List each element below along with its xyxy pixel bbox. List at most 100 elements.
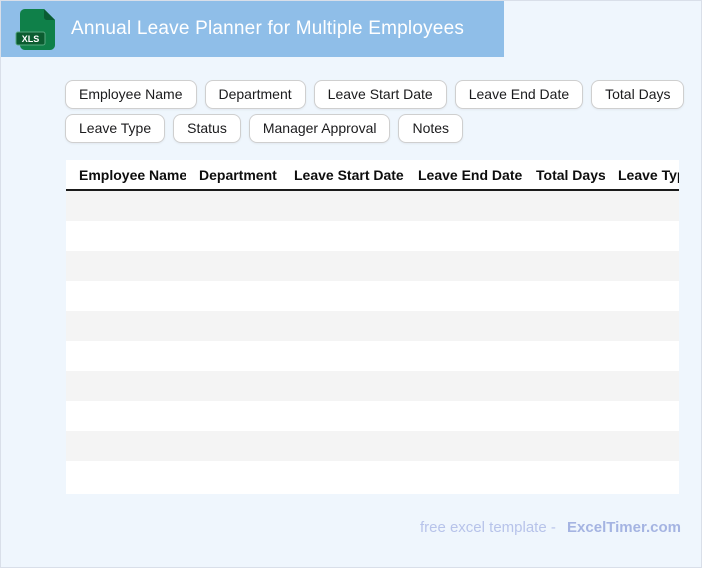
- table-row[interactable]: [66, 221, 679, 251]
- table-cell[interactable]: [186, 461, 281, 491]
- table-cell[interactable]: [186, 190, 281, 221]
- table-cell[interactable]: [186, 221, 281, 251]
- table-cell[interactable]: [405, 401, 523, 431]
- table-row[interactable]: [66, 431, 679, 461]
- field-chip[interactable]: Department: [205, 80, 306, 109]
- table-cell[interactable]: [405, 221, 523, 251]
- table-cell[interactable]: [66, 341, 186, 371]
- table-row[interactable]: [66, 341, 679, 371]
- table-cell[interactable]: [66, 371, 186, 401]
- table-cell[interactable]: [523, 281, 605, 311]
- table-cell[interactable]: [281, 311, 405, 341]
- title-bar: XLS Annual Leave Planner for Multiple Em…: [1, 1, 504, 57]
- field-chip[interactable]: Manager Approval: [249, 114, 391, 143]
- table-cell[interactable]: [405, 281, 523, 311]
- table-cell[interactable]: [405, 461, 523, 491]
- table-cell[interactable]: [523, 251, 605, 281]
- table-cell[interactable]: [281, 251, 405, 281]
- table-row[interactable]: [66, 190, 679, 221]
- footer-text: free excel template -: [420, 519, 556, 536]
- table-cell[interactable]: [523, 461, 605, 491]
- table-cell[interactable]: [405, 190, 523, 221]
- page-title: Annual Leave Planner for Multiple Employ…: [71, 18, 464, 40]
- table-row[interactable]: [66, 281, 679, 311]
- field-chip[interactable]: Notes: [398, 114, 463, 143]
- table-cell[interactable]: [281, 281, 405, 311]
- column-header-employee-name: Employee Name: [66, 160, 186, 190]
- table-cell[interactable]: [281, 190, 405, 221]
- table-row[interactable]: [66, 251, 679, 281]
- table-cell[interactable]: [405, 371, 523, 401]
- table-cell[interactable]: [186, 311, 281, 341]
- table-cell[interactable]: [281, 401, 405, 431]
- table-cell[interactable]: [605, 190, 679, 221]
- leave-table-container: Employee Name Department Leave Start Dat…: [66, 160, 679, 494]
- table-cell[interactable]: [605, 281, 679, 311]
- table-cell[interactable]: [405, 341, 523, 371]
- table-cell[interactable]: [523, 190, 605, 221]
- column-header-leave-end-date: Leave End Date: [405, 160, 523, 190]
- footer: free excel template - ExcelTimer.com: [420, 518, 681, 538]
- column-header-leave-start-date: Leave Start Date: [281, 160, 405, 190]
- field-chip[interactable]: Employee Name: [65, 80, 197, 109]
- table-cell[interactable]: [186, 401, 281, 431]
- field-chip[interactable]: Total Days: [591, 80, 684, 109]
- table-cell[interactable]: [66, 311, 186, 341]
- table-row[interactable]: [66, 371, 679, 401]
- table-cell[interactable]: [281, 461, 405, 491]
- table-cell[interactable]: [605, 401, 679, 431]
- table-cell[interactable]: [66, 431, 186, 461]
- field-chip[interactable]: Leave Start Date: [314, 80, 447, 109]
- field-chip[interactable]: Leave End Date: [455, 80, 583, 109]
- table-cell[interactable]: [66, 401, 186, 431]
- column-header-leave-type: Leave Type: [605, 160, 679, 190]
- table-cell[interactable]: [281, 371, 405, 401]
- table-cell[interactable]: [605, 221, 679, 251]
- table-cell[interactable]: [605, 311, 679, 341]
- leave-table: Employee Name Department Leave Start Dat…: [66, 160, 679, 491]
- table-cell[interactable]: [605, 251, 679, 281]
- table-cell[interactable]: [605, 461, 679, 491]
- table-row[interactable]: [66, 311, 679, 341]
- table-cell[interactable]: [186, 251, 281, 281]
- table-cell[interactable]: [523, 431, 605, 461]
- field-chip[interactable]: Status: [173, 114, 241, 143]
- table-cell[interactable]: [66, 190, 186, 221]
- table-cell[interactable]: [523, 221, 605, 251]
- table-cell[interactable]: [186, 341, 281, 371]
- field-chip-row-2: Leave Type Status Manager ApprovalNotes: [65, 114, 695, 143]
- table-cell[interactable]: [186, 281, 281, 311]
- table-cell[interactable]: [523, 341, 605, 371]
- table-cell[interactable]: [66, 251, 186, 281]
- table-cell[interactable]: [66, 221, 186, 251]
- field-chips: Employee Name Department Leave Start Date L…: [65, 80, 695, 148]
- table-cell[interactable]: [405, 431, 523, 461]
- table-cell[interactable]: [405, 311, 523, 341]
- table-cell[interactable]: [186, 371, 281, 401]
- table-header-row: Employee Name Department Leave Start Dat…: [66, 160, 679, 190]
- table-cell[interactable]: [523, 371, 605, 401]
- page: XLS Annual Leave Planner for Multiple Em…: [0, 0, 702, 568]
- table-cell[interactable]: [405, 251, 523, 281]
- xls-icon-label: XLS: [22, 34, 40, 44]
- table-cell[interactable]: [605, 431, 679, 461]
- table-cell[interactable]: [66, 461, 186, 491]
- table-cell[interactable]: [523, 401, 605, 431]
- table-cell[interactable]: [281, 341, 405, 371]
- table-cell[interactable]: [605, 371, 679, 401]
- leave-table-body: [66, 190, 679, 491]
- table-cell[interactable]: [523, 311, 605, 341]
- table-cell[interactable]: [281, 221, 405, 251]
- table-row[interactable]: [66, 401, 679, 431]
- table-row[interactable]: [66, 461, 679, 491]
- table-cell[interactable]: [605, 341, 679, 371]
- field-chip[interactable]: Leave Type: [65, 114, 165, 143]
- column-header-department: Department: [186, 160, 281, 190]
- footer-brand-link[interactable]: ExcelTimer.com: [567, 519, 681, 536]
- field-chip-row-1: Employee Name Department Leave Start Date L…: [65, 80, 695, 109]
- table-cell[interactable]: [186, 431, 281, 461]
- table-cell[interactable]: [281, 431, 405, 461]
- xls-file-icon: XLS: [14, 7, 58, 51]
- column-header-total-days: Total Days: [523, 160, 605, 190]
- table-cell[interactable]: [66, 281, 186, 311]
